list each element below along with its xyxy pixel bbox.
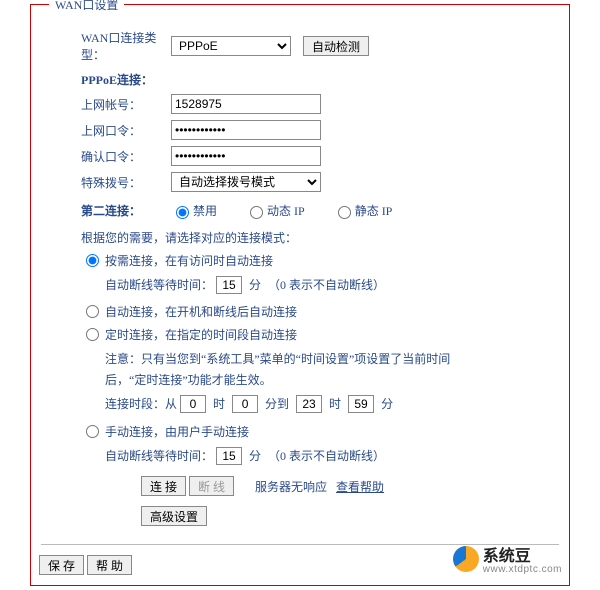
scheduled-time-row: 连接时段：从 时 分到 时 分 xyxy=(41,394,569,414)
mode-auto-radio[interactable] xyxy=(86,305,99,318)
label-second-conn: 第二连接： xyxy=(41,202,171,219)
watermark-url: www.xtdptc.com xyxy=(483,564,562,575)
advanced-button[interactable]: 高级设置 xyxy=(141,506,207,526)
wan-settings-panel: WAN口设置 WAN口连接类型： PPPoE 自动检测 PPPoE连接： 上网帐… xyxy=(30,4,570,586)
sched-to-min[interactable] xyxy=(348,395,374,413)
help-link[interactable]: 查看帮助 xyxy=(336,480,384,494)
confirm-input[interactable] xyxy=(171,146,321,166)
mode-manual-label: 手动连接，由用户手动连接 xyxy=(105,423,249,440)
pppoe-header: PPPoE连接： xyxy=(41,71,569,88)
watermark-icon xyxy=(453,546,479,572)
idle-timeout-input-1[interactable] xyxy=(216,276,242,294)
save-button[interactable]: 保 存 xyxy=(39,555,84,575)
idle-timeout-row-2: 自动断线等待时间： 分 （0 表示不自动断线） xyxy=(41,446,569,466)
account-input[interactable] xyxy=(171,94,321,114)
auto-detect-button[interactable]: 自动检测 xyxy=(303,36,369,56)
mode-manual-radio[interactable] xyxy=(86,425,99,438)
idle-timeout-input-2[interactable] xyxy=(216,447,242,465)
mode-on-demand-label: 按需连接，在有访问时自动连接 xyxy=(105,252,273,269)
sched-from-min[interactable] xyxy=(232,395,258,413)
password-input[interactable] xyxy=(171,120,321,140)
second-conn-dynamic[interactable]: 动态 IP xyxy=(245,202,305,219)
special-dial-select[interactable]: 自动选择拨号模式 xyxy=(171,172,321,192)
help-button[interactable]: 帮 助 xyxy=(87,555,132,575)
sched-from-hour[interactable] xyxy=(180,395,206,413)
label-password: 上网口令： xyxy=(41,122,171,139)
second-conn-static[interactable]: 静态 IP xyxy=(333,202,393,219)
second-conn-static-radio[interactable] xyxy=(338,206,351,219)
label-account: 上网帐号： xyxy=(41,96,171,113)
label-wan-type: WAN口连接类型： xyxy=(41,29,171,63)
wan-type-select[interactable]: PPPoE xyxy=(171,36,291,56)
mode-scheduled-label: 定时连接，在指定的时间段自动连接 xyxy=(105,326,297,343)
mode-auto-label: 自动连接，在开机和断线后自动连接 xyxy=(105,303,297,320)
disconnect-button[interactable]: 断 线 xyxy=(189,476,234,496)
mode-on-demand-radio[interactable] xyxy=(86,254,99,267)
connect-row: 连 接 断 线 服务器无响应 查看帮助 xyxy=(41,476,569,496)
server-status: 服务器无响应 xyxy=(255,480,327,494)
second-conn-disable-radio[interactable] xyxy=(176,206,189,219)
mode-scheduled-radio[interactable] xyxy=(86,328,99,341)
watermark: 系统豆 www.xtdptc.com xyxy=(453,542,562,575)
panel-content: WAN口连接类型： PPPoE 自动检测 PPPoE连接： 上网帐号： 上网口令… xyxy=(31,21,569,536)
second-conn-dynamic-radio[interactable] xyxy=(250,206,263,219)
idle-timeout-row-1: 自动断线等待时间： 分 （0 表示不自动断线） xyxy=(41,275,569,295)
panel-title: WAN口设置 xyxy=(49,0,124,13)
watermark-name: 系统豆 xyxy=(483,542,562,566)
label-special-dial: 特殊拨号： xyxy=(41,174,171,191)
connect-button[interactable]: 连 接 xyxy=(141,476,186,496)
label-confirm: 确认口令： xyxy=(41,148,171,165)
scheduled-note: 注意：只有当您到“系统工具”菜单的“时间设置”项设置了当前时间后，“定时连接”功… xyxy=(41,349,481,390)
second-conn-disable[interactable]: 禁用 xyxy=(171,202,217,219)
sched-to-hour[interactable] xyxy=(296,395,322,413)
mode-prompt: 根据您的需要，请选择对应的连接模式： xyxy=(41,229,569,246)
